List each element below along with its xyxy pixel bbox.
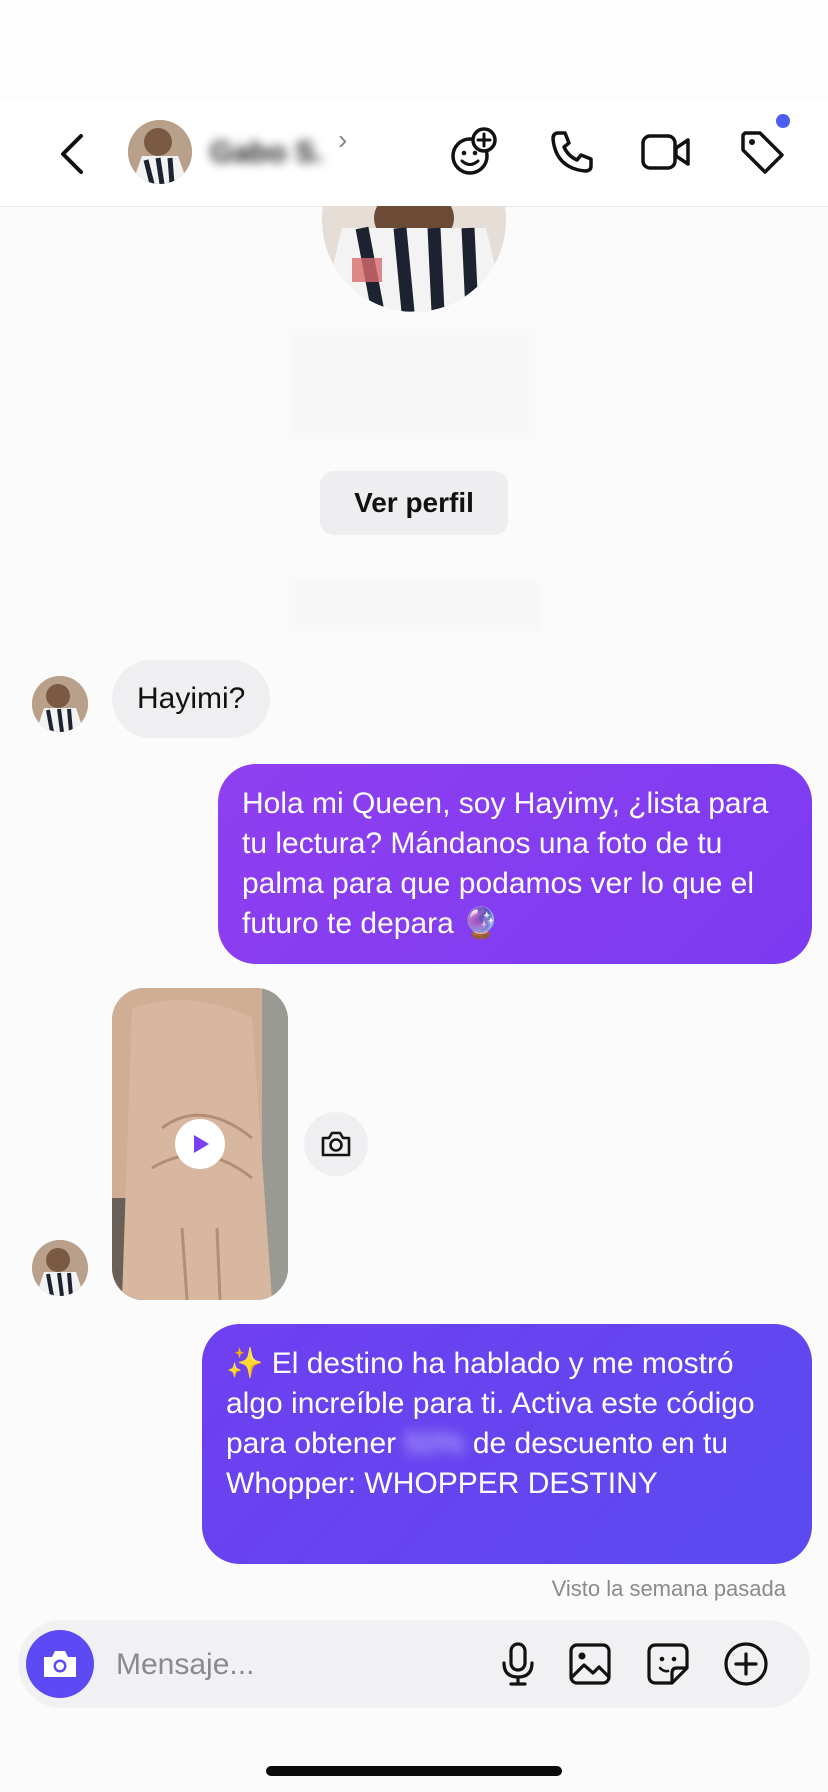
microphone-button[interactable] — [492, 1638, 544, 1690]
chevron-right-icon: › — [338, 124, 348, 155]
contact-avatar[interactable] — [128, 120, 192, 184]
plus-circle-icon — [724, 1642, 768, 1686]
message-incoming[interactable]: Hayimi? — [112, 660, 271, 738]
play-icon — [194, 1135, 209, 1153]
message-input[interactable] — [114, 1642, 478, 1688]
back-button[interactable] — [50, 128, 94, 180]
chat-header: Gabo S. › — [0, 100, 828, 207]
microphone-icon — [502, 1642, 534, 1686]
smiley-plus-icon — [451, 127, 497, 175]
video-message-thumbnail[interactable] — [112, 988, 288, 1300]
sticker-button[interactable] — [642, 1638, 694, 1690]
gallery-button[interactable] — [564, 1638, 616, 1690]
message-outgoing[interactable]: Hola mi Queen, soy Hayimy, ¿lista para t… — [218, 764, 812, 964]
voice-call-button[interactable] — [544, 124, 600, 180]
redacted-discount: 50% — [404, 1427, 465, 1460]
play-button[interactable] — [175, 1119, 225, 1169]
sender-avatar[interactable] — [32, 1240, 88, 1296]
sender-avatar[interactable] — [32, 676, 88, 732]
message-composer — [18, 1620, 810, 1708]
notification-dot — [776, 114, 790, 128]
sticker-icon — [647, 1643, 689, 1685]
video-call-button[interactable] — [638, 124, 694, 180]
more-options-button[interactable] — [720, 1638, 772, 1690]
chevron-left-icon — [61, 134, 83, 174]
video-camera-icon — [641, 134, 690, 170]
profile-meta-blurred — [290, 580, 540, 632]
status-bar — [0, 0, 828, 100]
tag-button[interactable] — [734, 124, 790, 180]
effects-button[interactable] — [446, 124, 502, 180]
view-profile-button[interactable]: Ver perfil — [320, 471, 508, 535]
seen-status: Visto la semana pasada — [551, 1576, 786, 1601]
image-icon — [569, 1643, 611, 1685]
tag-icon — [741, 131, 784, 174]
camera-icon — [321, 1131, 351, 1157]
home-indicator — [266, 1766, 562, 1776]
camera-reply-button[interactable] — [304, 1112, 368, 1176]
contact-name[interactable]: Gabo S. — [210, 136, 323, 170]
phone-icon — [551, 131, 593, 173]
profile-info-blurred — [292, 330, 536, 438]
message-outgoing[interactable]: ✨ El destino ha hablado y me mostró algo… — [202, 1324, 812, 1564]
camera-icon — [44, 1651, 76, 1677]
camera-button[interactable] — [26, 1630, 94, 1698]
